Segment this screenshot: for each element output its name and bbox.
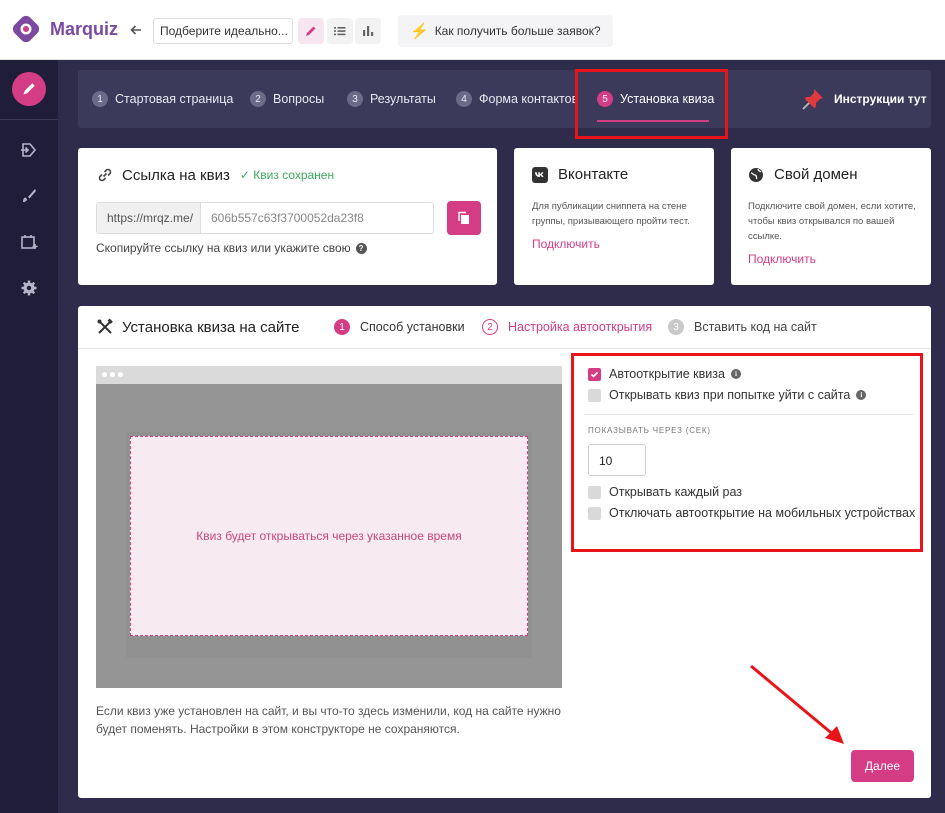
pushpin-icon xyxy=(802,89,823,110)
back-button[interactable] xyxy=(125,19,147,41)
link-hint: Скопируйте ссылку на квиз или укажите св… xyxy=(96,241,367,255)
arrow-left-icon xyxy=(130,25,141,35)
substep-label: Вставить код на сайт xyxy=(694,320,817,334)
substep-number: 2 xyxy=(482,319,498,335)
list-icon xyxy=(334,27,346,36)
saved-status: ✓ Квиз сохранен xyxy=(239,168,335,182)
install-note: Если квиз уже установлен на сайт, и вы ч… xyxy=(96,704,561,736)
step-label: Вопросы xyxy=(273,92,325,106)
tips-button[interactable]: ⚡ Как получить больше заявок? xyxy=(398,15,613,47)
logo-text: Marquiz xyxy=(50,18,119,39)
step-number: 2 xyxy=(250,91,266,107)
quiz-link-title-text: Ссылка на квиз xyxy=(122,166,230,184)
help-icon[interactable]: ? xyxy=(355,242,367,254)
highlight-box-options xyxy=(571,353,923,552)
pencil-icon xyxy=(306,26,316,36)
link-icon xyxy=(98,168,112,182)
window-dots xyxy=(102,372,123,377)
substep-install-method[interactable]: 1 Способ установки xyxy=(334,306,465,348)
sidebar-editor-button[interactable] xyxy=(12,72,46,106)
copy-link-button[interactable] xyxy=(447,201,481,235)
bar-chart-icon xyxy=(363,26,374,36)
instructions-label: Инструкции тут xyxy=(834,92,927,106)
link-hint-text: Скопируйте ссылку на квиз или укажите св… xyxy=(96,241,351,255)
domain-card: Свой домен Подключите свой домен, если х… xyxy=(731,148,931,285)
domain-title: Свой домен xyxy=(748,166,858,183)
step-number: 4 xyxy=(456,91,472,107)
highlight-box-step xyxy=(575,69,728,139)
quiz-name-field[interactable]: Подберите идеально... xyxy=(153,18,293,44)
substep-insert-code[interactable]: 3 Вставить код на сайт xyxy=(668,306,817,348)
vk-title: Вконтакте xyxy=(532,166,628,183)
quiz-url-field[interactable]: https://mrqz.me/ 606b557c63f3700052da23f… xyxy=(96,202,434,234)
gear-icon xyxy=(21,280,37,296)
pencil-icon xyxy=(23,83,35,95)
vk-title-text: Вконтакте xyxy=(558,166,629,183)
sidebar-item-design[interactable] xyxy=(19,186,39,206)
lightning-icon: ⚡ xyxy=(410,23,429,40)
list-button[interactable] xyxy=(327,18,353,44)
step-label: Результаты xyxy=(370,92,436,106)
top-bar: Marquiz Подберите идеально... ⚡ Как полу… xyxy=(0,0,945,60)
quiz-link-card: Ссылка на квиз ✓ Квиз сохранен https://m… xyxy=(78,148,497,285)
marquiz-logo-icon xyxy=(12,15,40,43)
tab-questions[interactable]: 2 Вопросы xyxy=(250,70,324,128)
substep-label: Способ установки xyxy=(360,320,465,334)
tab-start-page[interactable]: 1 Стартовая страница xyxy=(92,70,233,128)
url-prefix: https://mrqz.me/ xyxy=(97,203,201,233)
sidebar-item-settings[interactable] xyxy=(19,278,39,298)
calendar-plus-icon xyxy=(21,235,38,249)
stats-button[interactable] xyxy=(355,18,381,44)
substep-number: 3 xyxy=(668,319,684,335)
domain-description: Подключите свой домен, если хотите, чтоб… xyxy=(748,201,916,242)
quiz-popup-preview: Квиз будет открываться через указанное в… xyxy=(130,436,528,636)
instructions-link[interactable]: Инструкции тут xyxy=(800,70,927,128)
logo[interactable]: Marquiz xyxy=(12,15,118,43)
tab-contact-form[interactable]: 4 Форма контактов xyxy=(456,70,578,128)
sidebar-item-install[interactable] xyxy=(19,232,39,252)
step-label: Форма контактов xyxy=(479,92,579,106)
preview-text: Квиз будет открываться через указанное в… xyxy=(196,529,462,543)
vk-icon xyxy=(532,166,548,183)
brush-icon xyxy=(23,189,36,202)
sidebar xyxy=(0,60,58,813)
substep-number: 1 xyxy=(334,319,350,335)
install-title: Установка квиза на сайте xyxy=(96,316,299,338)
edit-button[interactable] xyxy=(298,18,324,44)
install-card-divider xyxy=(78,348,931,349)
vk-description: Для публикации сниппета на стене группы,… xyxy=(532,201,690,227)
tag-arrow-icon xyxy=(21,143,37,157)
step-number: 3 xyxy=(347,91,363,107)
url-slug-input[interactable]: 606b557c63f3700052da23f8 xyxy=(201,203,433,233)
domain-connect-link[interactable]: Подключить xyxy=(748,252,816,266)
browser-bar xyxy=(96,366,562,384)
globe-icon xyxy=(749,167,763,182)
tips-button-label: Как получить больше заявок? xyxy=(434,24,601,38)
domain-title-text: Свой домен xyxy=(774,166,858,183)
site-preview: Квиз будет открываться через указанное в… xyxy=(96,366,562,688)
copy-icon xyxy=(458,211,469,224)
sidebar-divider xyxy=(0,119,58,120)
step-number: 1 xyxy=(92,91,108,107)
tab-results[interactable]: 3 Результаты xyxy=(347,70,436,128)
step-label: Стартовая страница xyxy=(115,92,234,106)
quiz-link-title: Ссылка на квиз ✓ Квиз сохранен xyxy=(96,166,334,184)
sidebar-item-integrations[interactable] xyxy=(19,140,39,160)
substep-autoopen-settings[interactable]: 2 Настройка автооткрытия xyxy=(482,306,652,348)
vk-card: Вконтакте Для публикации сниппета на сте… xyxy=(514,148,714,285)
install-title-text: Установка квиза на сайте xyxy=(122,318,300,336)
vk-connect-link[interactable]: Подключить xyxy=(532,237,600,251)
substep-label: Настройка автооткрытия xyxy=(508,320,653,334)
tools-icon xyxy=(97,318,113,334)
annotation-arrow-icon xyxy=(750,664,844,744)
next-button[interactable]: Далее xyxy=(851,750,914,782)
